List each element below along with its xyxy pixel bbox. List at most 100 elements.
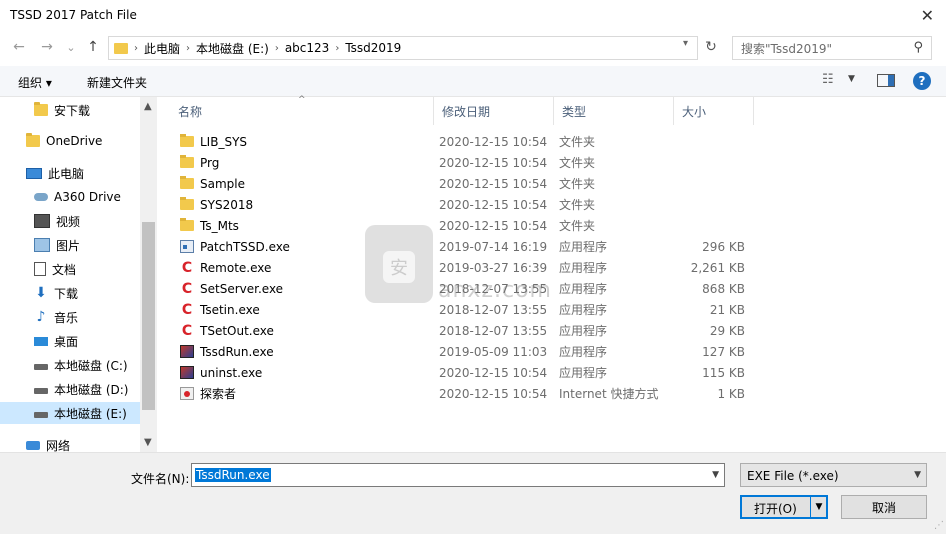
cancel-button[interactable]: 取消 (841, 495, 927, 519)
command-toolbar: 组织 ▾ 新建文件夹 ☷ ▼ ? (0, 66, 946, 97)
file-row[interactable]: LIB_SYS 2020-12-15 10:54 文件夹 (170, 131, 760, 152)
file-row[interactable]: Sample 2020-12-15 10:54 文件夹 (170, 173, 760, 194)
sidebar-item-drive-e[interactable]: 本地磁盘 (E:) (0, 402, 140, 424)
refresh-icon[interactable]: ↻ (700, 35, 722, 59)
file-size: 127 KB (702, 344, 745, 359)
column-header-type[interactable]: 类型 (554, 97, 674, 125)
sidebar-item-label: 网络 (46, 438, 71, 453)
file-date: 2018-12-07 13:55 (439, 281, 548, 296)
file-type: 应用程序 (559, 261, 608, 275)
cloud-icon (34, 193, 48, 201)
sidebar-item-onedrive[interactable]: OneDrive (26, 130, 138, 152)
chevron-down-icon[interactable]: ▼ (848, 74, 855, 84)
sidebar-item-documents[interactable]: 文档 (34, 258, 138, 280)
up-arrow-icon[interactable]: ↑ (82, 32, 104, 62)
address-bar[interactable]: › 此电脑 › 本地磁盘 (E:) › abc123 › Tssd2019 (108, 36, 698, 60)
breadcrumb-abc123[interactable]: abc123 (285, 41, 329, 55)
file-name: uninst.exe (200, 365, 263, 380)
sidebar-item-label: 文档 (52, 262, 77, 277)
sidebar-item-downloads[interactable]: ⬇ 下载 (34, 282, 138, 304)
breadcrumb-drive-e[interactable]: 本地磁盘 (E:) (196, 40, 269, 57)
breadcrumb-this-pc[interactable]: 此电脑 (144, 40, 180, 57)
file-row[interactable]: C Remote.exe 2019-03-27 16:39 应用程序 2,261 … (170, 257, 760, 278)
recent-locations-icon[interactable]: ⌄ (60, 32, 82, 62)
file-size: 1 KB (717, 386, 745, 401)
file-date: 2018-12-07 13:55 (439, 323, 548, 338)
sidebar-item-label: OneDrive (46, 134, 103, 148)
shortcut-icon (180, 387, 194, 400)
column-headers: 名称 修改日期 类型 大小 (158, 97, 946, 125)
file-row[interactable]: Prg 2020-12-15 10:54 文件夹 (170, 152, 760, 173)
file-date: 2019-03-27 16:39 (439, 260, 548, 275)
chevron-right-icon[interactable]: › (186, 43, 190, 54)
sidebar-item-anxiazai[interactable]: 安下载 (34, 99, 138, 121)
scroll-up-icon[interactable]: ▲ (144, 101, 152, 112)
file-row[interactable]: C SetServer.exe 2018-12-07 13:55 应用程序 868… (170, 278, 760, 299)
close-icon[interactable]: ✕ (921, 6, 934, 25)
file-row[interactable]: TssdRun.exe 2019-05-09 11:03 应用程序 127 KB (170, 341, 760, 362)
search-input[interactable]: 搜索"Tssd2019" ⚲ (732, 36, 932, 60)
sidebar-item-drive-d[interactable]: 本地磁盘 (D:) (34, 378, 138, 400)
column-header-date[interactable]: 修改日期 (434, 97, 554, 125)
sidebar-item-label: 此电脑 (48, 166, 85, 181)
chevron-right-icon[interactable]: › (335, 43, 339, 54)
file-name: Prg (200, 155, 220, 170)
folder-icon (180, 218, 194, 231)
sidebar-item-label: 桌面 (54, 334, 79, 349)
file-row[interactable]: SYS2018 2020-12-15 10:54 文件夹 (170, 194, 760, 215)
file-size (675, 173, 745, 194)
sort-ascending-icon: ^ (298, 95, 306, 105)
sidebar-item-label: 安下载 (54, 103, 91, 118)
chevron-down-icon[interactable]: ▾ (683, 38, 688, 49)
open-button[interactable]: 打开(O) ▼ (740, 495, 828, 519)
back-arrow-icon[interactable]: ← (8, 32, 30, 62)
column-header-size[interactable]: 大小 (674, 97, 754, 125)
breadcrumb-tssd2019[interactable]: Tssd2019 (345, 41, 401, 55)
help-icon[interactable]: ? (913, 72, 931, 90)
file-row[interactable]: PatchTSSD.exe 2019-07-14 16:19 应用程序 296 … (170, 236, 760, 257)
file-size (675, 131, 745, 152)
forward-arrow-icon[interactable]: → (36, 32, 58, 62)
open-options-dropdown-icon[interactable]: ▼ (810, 497, 827, 517)
file-type: 应用程序 (559, 345, 608, 359)
scroll-down-icon[interactable]: ▼ (144, 437, 152, 448)
search-placeholder: 搜索"Tssd2019" (741, 41, 833, 56)
resize-grip-icon[interactable]: ⋰ (934, 520, 944, 531)
search-icon[interactable]: ⚲ (913, 40, 923, 55)
view-options-icon[interactable]: ☷ (822, 72, 834, 87)
file-type: 应用程序 (559, 303, 608, 317)
file-row[interactable]: C TSetOut.exe 2018-12-07 13:55 应用程序 29 KB (170, 320, 760, 341)
file-size (675, 194, 745, 215)
sidebar-item-desktop[interactable]: 桌面 (34, 330, 138, 352)
file-date: 2020-12-15 10:54 (439, 386, 548, 401)
sidebar-item-pictures[interactable]: 图片 (34, 234, 138, 256)
file-name: 探索者 (200, 387, 237, 401)
chevron-right-icon[interactable]: › (275, 43, 279, 54)
file-date: 2019-05-09 11:03 (439, 344, 548, 359)
file-row[interactable]: 探索者 2020-12-15 10:54 Internet 快捷方式 1 KB (170, 383, 760, 404)
new-folder-button[interactable]: 新建文件夹 (87, 74, 147, 91)
sidebar-item-this-pc[interactable]: 此电脑 (26, 162, 138, 184)
network-icon (26, 440, 40, 450)
sidebar-item-videos[interactable]: 视频 (34, 210, 138, 232)
red-c-icon: C (181, 280, 193, 297)
file-type-filter-select[interactable]: EXE File (*.exe) ▼ (740, 463, 927, 487)
sidebar-scrollbar-thumb[interactable] (142, 222, 155, 410)
filename-value: TssdRun.exe (195, 468, 271, 482)
video-icon (34, 214, 50, 228)
chevron-down-icon[interactable]: ▼ (914, 470, 921, 480)
sidebar-item-a360-drive[interactable]: A360 Drive (34, 186, 138, 208)
filename-input[interactable]: TssdRun.exe ▼ (191, 463, 725, 487)
file-type: 文件夹 (559, 219, 596, 233)
sidebar-item-label: 视频 (56, 214, 81, 229)
file-row[interactable]: uninst.exe 2020-12-15 10:54 应用程序 115 KB (170, 362, 760, 383)
sidebar-item-drive-c[interactable]: 本地磁盘 (C:) (34, 354, 138, 376)
file-row[interactable]: Ts_Mts 2020-12-15 10:54 文件夹 (170, 215, 760, 236)
preview-pane-icon[interactable] (877, 74, 895, 87)
organize-button[interactable]: 组织 ▾ (18, 74, 52, 91)
sidebar-item-label: 下载 (54, 286, 79, 301)
chevron-down-icon[interactable]: ▼ (712, 470, 719, 480)
file-row[interactable]: C Tsetin.exe 2018-12-07 13:55 应用程序 21 KB (170, 299, 760, 320)
sidebar-item-music[interactable]: ♪ 音乐 (34, 306, 138, 328)
app-icon (180, 240, 194, 253)
